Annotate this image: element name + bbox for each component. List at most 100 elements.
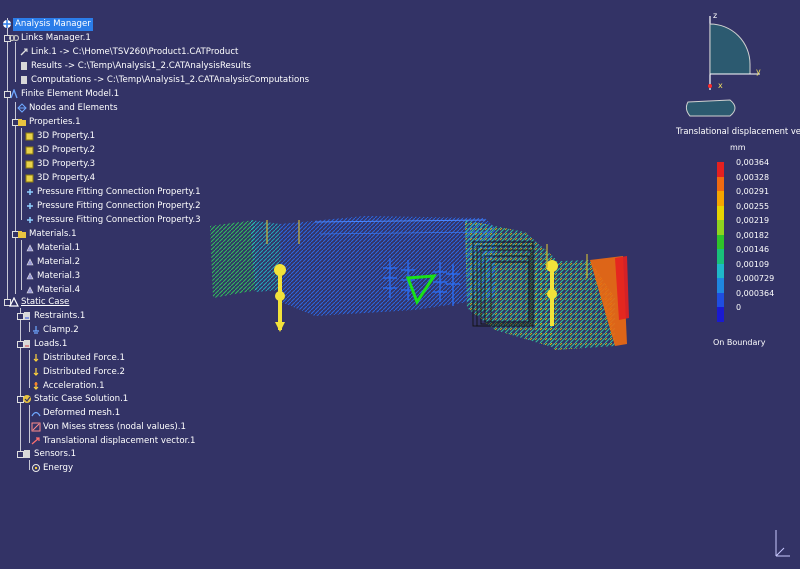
tree-label: Material.3 xyxy=(37,271,81,281)
deformed-mesh-icon xyxy=(31,408,41,418)
clamp-icon xyxy=(31,325,41,335)
tree-label: Distributed Force.1 xyxy=(43,353,125,363)
solution-icon xyxy=(22,394,32,404)
material-icon xyxy=(25,271,35,281)
3d-property-icon xyxy=(25,145,35,155)
mesh-icon xyxy=(17,103,27,113)
tree-label: Material.2 xyxy=(37,257,81,267)
compass-plane-icon xyxy=(709,23,751,75)
y-label: y xyxy=(756,67,761,76)
legend-color-cell xyxy=(717,263,724,279)
tree-label: Deformed mesh.1 xyxy=(43,408,121,418)
tree-label: 3D Property.3 xyxy=(37,159,96,169)
legend-color-cell xyxy=(717,162,724,177)
tree-label: Distributed Force.2 xyxy=(43,367,125,377)
x-label: x xyxy=(718,81,723,90)
tree-label: Energy xyxy=(43,463,74,473)
tree-label: Nodes and Elements xyxy=(29,103,118,113)
3d-property-icon xyxy=(25,159,35,169)
tree-label: Static Case Solution.1 xyxy=(34,394,129,404)
links-icon xyxy=(8,33,20,43)
connection-property-icon xyxy=(25,215,35,225)
tree-connector xyxy=(7,18,8,300)
tree-label: Materials.1 xyxy=(29,229,77,239)
tree-label: Sensors.1 xyxy=(34,449,77,459)
energy-icon xyxy=(31,463,41,473)
left-block-mesh xyxy=(210,220,281,298)
compass-base-icon xyxy=(685,99,736,117)
tree-label: Translational displacement vector.1 xyxy=(43,436,196,446)
legend-title: Translational displacement vector.1 xyxy=(676,126,800,136)
file-icon xyxy=(19,75,29,85)
legend-color-cell xyxy=(717,220,724,235)
folder-icon xyxy=(17,117,27,127)
tree-connector xyxy=(29,322,30,332)
tree-label: Link.1 -> C:\Home\TSV260\Product1.CATPro… xyxy=(31,47,239,57)
legend-footer: On Boundary xyxy=(713,338,766,347)
acceleration-icon xyxy=(31,381,41,391)
origin-dot-icon xyxy=(708,84,712,88)
legend-unit: mm xyxy=(730,143,746,152)
force-icon xyxy=(31,353,41,363)
legend-level-label: 0,00328 xyxy=(736,172,770,182)
legend-level-label: 0,000364 xyxy=(736,288,775,298)
legend-level-label: 0,00364 xyxy=(736,158,770,167)
tree-label: Links Manager.1 xyxy=(21,33,91,43)
sensors-icon xyxy=(22,449,32,459)
tree-label: Properties.1 xyxy=(29,117,81,127)
tree-label: Results -> C:\Temp\Analysis1_2.CATAnalys… xyxy=(31,61,251,71)
legend-level-label: 0 xyxy=(736,303,742,313)
legend-level-label: 0,00291 xyxy=(736,187,770,197)
tree-label: Static Case xyxy=(21,297,70,307)
tree-connector xyxy=(20,308,21,458)
tree-label: 3D Property.2 xyxy=(37,145,96,155)
stress-icon xyxy=(31,422,41,432)
tree-connector xyxy=(29,350,30,388)
legend-colorbar xyxy=(717,162,724,322)
legend-level-label: 0,00146 xyxy=(736,245,770,255)
legend-color-cell xyxy=(717,191,724,206)
legend-color-cell xyxy=(717,307,724,322)
3d-property-icon xyxy=(25,131,35,141)
color-legend[interactable]: Translational displacement vector.1 mm 0… xyxy=(650,120,800,360)
tree-label: Pressure Fitting Connection Property.3 xyxy=(37,215,201,225)
3d-viewport-model[interactable] xyxy=(195,198,645,373)
tree-connector xyxy=(21,128,22,220)
tree-label: Computations -> C:\Temp\Analysis1_2.CATA… xyxy=(31,75,310,85)
central-body-mesh xyxy=(280,216,495,316)
tree-connector xyxy=(15,102,16,294)
tree-label: Pressure Fitting Connection Property.1 xyxy=(37,187,201,197)
legend-color-cell xyxy=(717,249,724,264)
legend-color-cell xyxy=(717,278,724,293)
material-icon xyxy=(25,285,35,295)
tree-label: Analysis Manager xyxy=(13,18,93,31)
connection-property-icon xyxy=(25,187,35,197)
tree-connector xyxy=(29,405,30,443)
tree-connector xyxy=(15,42,16,82)
material-icon xyxy=(25,243,35,253)
legend-color-cell xyxy=(717,292,724,308)
restraints-icon xyxy=(22,311,32,321)
legend-level-label: 0,00255 xyxy=(736,201,770,211)
tree-label: 3D Property.4 xyxy=(37,173,96,183)
tree-label: 3D Property.1 xyxy=(37,131,96,141)
legend-level-label: 0,00219 xyxy=(736,216,770,226)
legend-color-cell xyxy=(717,176,724,192)
tree-label: Von Mises stress (nodal values).1 xyxy=(43,422,186,432)
tree-connector xyxy=(29,460,30,470)
force-icon xyxy=(31,367,41,377)
file-icon xyxy=(19,61,29,71)
tree-label: Loads.1 xyxy=(34,339,68,349)
legend-color-cell xyxy=(717,234,724,250)
link-icon xyxy=(19,47,29,57)
tree-label: Restraints.1 xyxy=(34,311,86,321)
analysis-manager-icon xyxy=(2,19,12,29)
displacement-icon xyxy=(31,436,41,446)
tree-connector xyxy=(21,240,22,290)
legend-color-cell xyxy=(717,205,724,221)
legend-level-label: 0,00109 xyxy=(736,259,770,269)
tree-label: Material.1 xyxy=(37,243,81,253)
compass-triad[interactable]: z y x xyxy=(680,8,790,120)
static-case-icon xyxy=(9,296,19,307)
tree-label: Clamp.2 xyxy=(43,325,79,335)
